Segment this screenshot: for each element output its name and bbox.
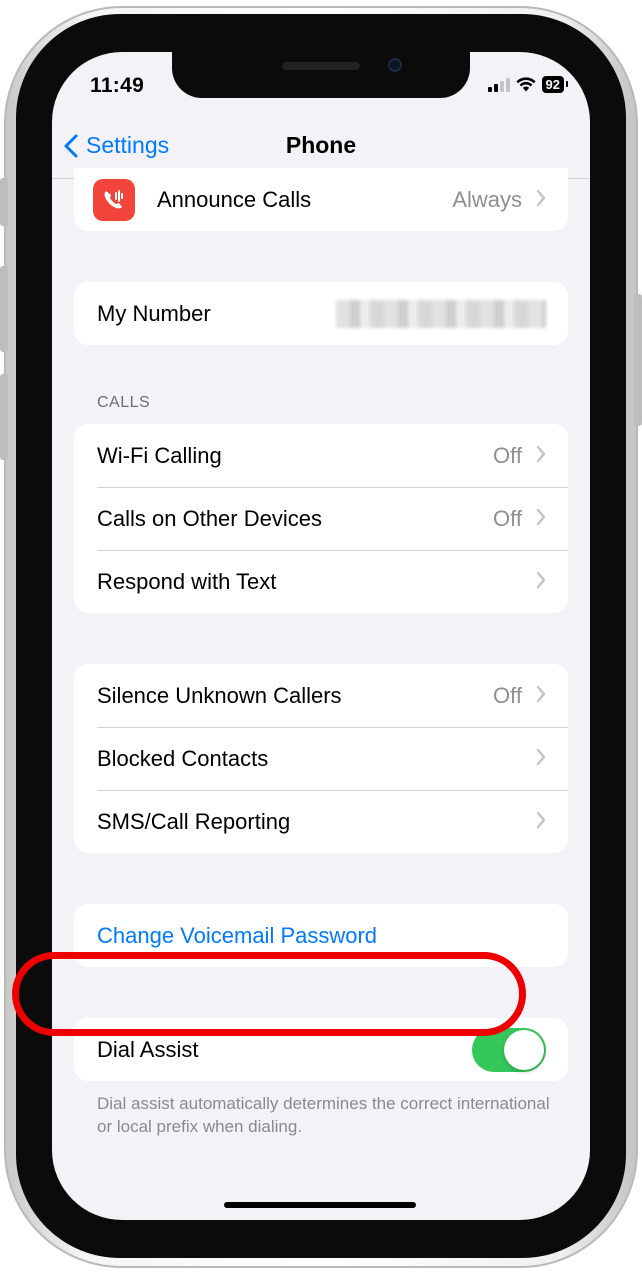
dial-assist-toggle[interactable] — [472, 1027, 546, 1072]
sms-call-reporting-row[interactable]: SMS/Call Reporting — [74, 790, 568, 853]
chevron-right-icon — [536, 443, 546, 469]
announce-calls-label: Announce Calls — [157, 186, 312, 212]
voicemail-group: Change Voicemail Password — [74, 904, 568, 967]
dial-assist-footer: Dial assist automatically determines the… — [97, 1094, 550, 1136]
calls-group: Wi-Fi Calling Off Calls on Other Devices… — [74, 424, 568, 613]
wifi-calling-row[interactable]: Wi-Fi Calling Off — [74, 424, 568, 487]
phone-announce-icon — [93, 178, 135, 221]
announce-group: Announce Calls Always — [74, 168, 568, 231]
chevron-right-icon — [536, 187, 546, 213]
announce-calls-row[interactable]: Announce Calls Always — [74, 168, 568, 231]
page-title: Phone — [285, 132, 357, 158]
my-number-value-redacted — [336, 299, 546, 328]
change-voicemail-password-button[interactable]: Change Voicemail Password — [74, 904, 568, 967]
battery-indicator: 92 — [541, 76, 569, 93]
notch — [172, 52, 470, 98]
chevron-right-icon — [536, 569, 546, 595]
dial-assist-label: Dial Assist — [97, 1036, 199, 1062]
blocked-contacts-label: Blocked Contacts — [97, 745, 269, 771]
chevron-right-icon — [536, 809, 546, 835]
announce-calls-value: Always — [452, 186, 522, 212]
cellular-signal-icon — [487, 77, 510, 92]
privacy-group: Silence Unknown Callers Off Blocked Cont… — [74, 664, 568, 853]
status-time: 11:49 — [90, 74, 145, 97]
wifi-calling-value: Off — [493, 442, 522, 468]
calls-other-devices-row[interactable]: Calls on Other Devices Off — [74, 487, 568, 550]
home-indicator[interactable] — [224, 1202, 416, 1208]
front-camera — [388, 58, 402, 72]
chevron-right-icon — [536, 683, 546, 709]
change-voicemail-password-label: Change Voicemail Password — [97, 922, 378, 948]
respond-with-text-label: Respond with Text — [97, 568, 277, 594]
calls-section-header: CALLS — [97, 394, 151, 411]
my-number-group: My Number — [74, 282, 568, 345]
silence-unknown-callers-label: Silence Unknown Callers — [97, 682, 342, 708]
volume-up-button — [0, 266, 8, 352]
status-icons: 92 — [487, 76, 569, 93]
my-number-label: My Number — [97, 300, 211, 326]
wifi-calling-label: Wi-Fi Calling — [97, 442, 222, 468]
chevron-right-icon — [536, 746, 546, 772]
sms-call-reporting-label: SMS/Call Reporting — [97, 808, 291, 834]
calls-other-devices-value: Off — [493, 505, 522, 531]
dial-assist-row: Dial Assist — [74, 1018, 568, 1081]
respond-with-text-row[interactable]: Respond with Text — [74, 550, 568, 613]
blocked-contacts-row[interactable]: Blocked Contacts — [74, 727, 568, 790]
wifi-icon — [515, 77, 536, 92]
screen: 11:49 92 Settings Phone Announce Calls A… — [52, 52, 590, 1220]
my-number-row[interactable]: My Number — [74, 282, 568, 345]
volume-down-button — [0, 374, 8, 460]
calls-other-devices-label: Calls on Other Devices — [97, 505, 322, 531]
silence-unknown-callers-value: Off — [493, 682, 522, 708]
toggle-knob — [504, 1029, 544, 1070]
chevron-right-icon — [536, 506, 546, 532]
power-button — [634, 294, 642, 426]
silence-unknown-callers-row[interactable]: Silence Unknown Callers Off — [74, 664, 568, 727]
speaker — [282, 62, 360, 70]
silent-switch — [0, 178, 8, 226]
dial-assist-group: Dial Assist — [74, 1018, 568, 1081]
